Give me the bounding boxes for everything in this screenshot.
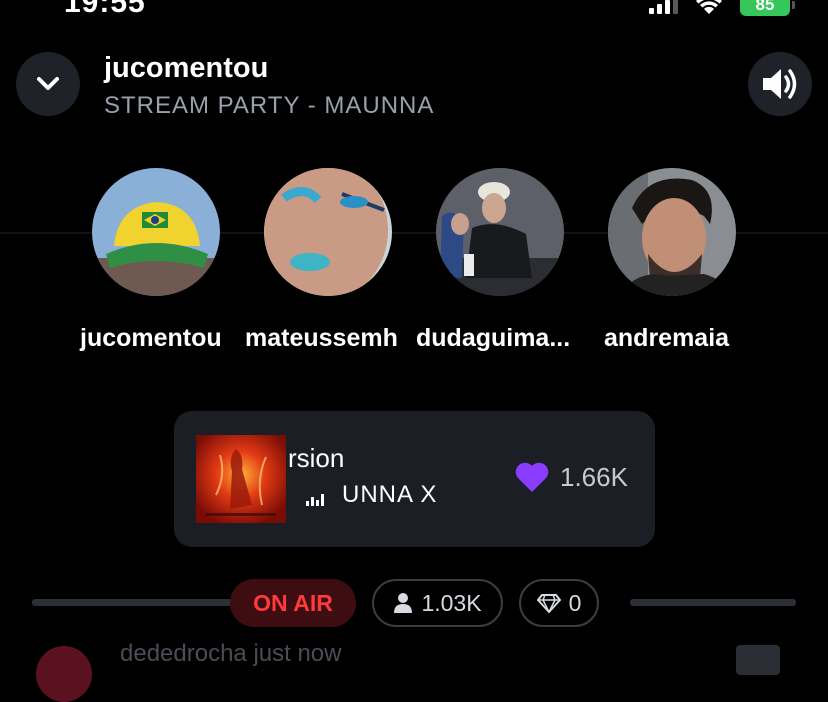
wifi-icon bbox=[696, 0, 722, 14]
track-title: rsion bbox=[288, 443, 345, 473]
participant-avatar-3[interactable] bbox=[436, 168, 564, 296]
comment-author: dededrocha just now bbox=[120, 640, 342, 667]
participant-avatar-1[interactable] bbox=[92, 168, 220, 296]
status-time: 19:55 bbox=[64, 0, 146, 19]
diamond-icon bbox=[536, 594, 561, 613]
like-button[interactable]: 1.66K bbox=[514, 461, 628, 493]
comment-avatar bbox=[36, 646, 92, 702]
person-icon bbox=[394, 593, 413, 613]
listeners-count: 1.03K bbox=[421, 589, 482, 616]
chevron-down-icon bbox=[37, 77, 59, 90]
battery-indicator: 85 bbox=[740, 0, 795, 16]
album-cover bbox=[196, 435, 286, 523]
participant-name: dudaguima... bbox=[416, 324, 571, 352]
gems-count-button[interactable]: 0 bbox=[519, 579, 599, 627]
volume-button[interactable] bbox=[748, 52, 812, 116]
gems-count: 0 bbox=[568, 589, 582, 616]
on-air-label: ON AIR bbox=[253, 589, 333, 616]
now-playing-card[interactable]: rsion UNNA X 1.66K bbox=[174, 411, 655, 547]
page-subtitle: STREAM PARTY - MAUNNA bbox=[104, 92, 435, 119]
heart-icon bbox=[515, 462, 549, 492]
status-icons: 85 bbox=[649, 0, 795, 16]
participant-name: jucomentou bbox=[80, 324, 222, 352]
cellular-signal-icon bbox=[649, 0, 678, 14]
participant-avatar-2[interactable] bbox=[264, 168, 392, 296]
progress-track-left bbox=[32, 599, 232, 606]
comment-thumbnail bbox=[736, 645, 780, 675]
playing-bars-icon bbox=[306, 494, 324, 506]
on-air-badge: ON AIR bbox=[230, 579, 356, 627]
participant-avatar-4[interactable] bbox=[608, 168, 736, 296]
collapse-button[interactable] bbox=[16, 52, 80, 116]
speaker-volume-icon bbox=[763, 69, 797, 99]
like-count: 1.66K bbox=[560, 461, 628, 492]
listeners-count-button[interactable]: 1.03K bbox=[372, 579, 503, 627]
page-title: jucomentou bbox=[104, 52, 269, 84]
participant-name: andremaia bbox=[604, 324, 730, 352]
progress-track-right bbox=[630, 599, 796, 606]
track-artist: UNNA X bbox=[342, 481, 438, 508]
participant-name: mateussemh bbox=[245, 324, 398, 352]
